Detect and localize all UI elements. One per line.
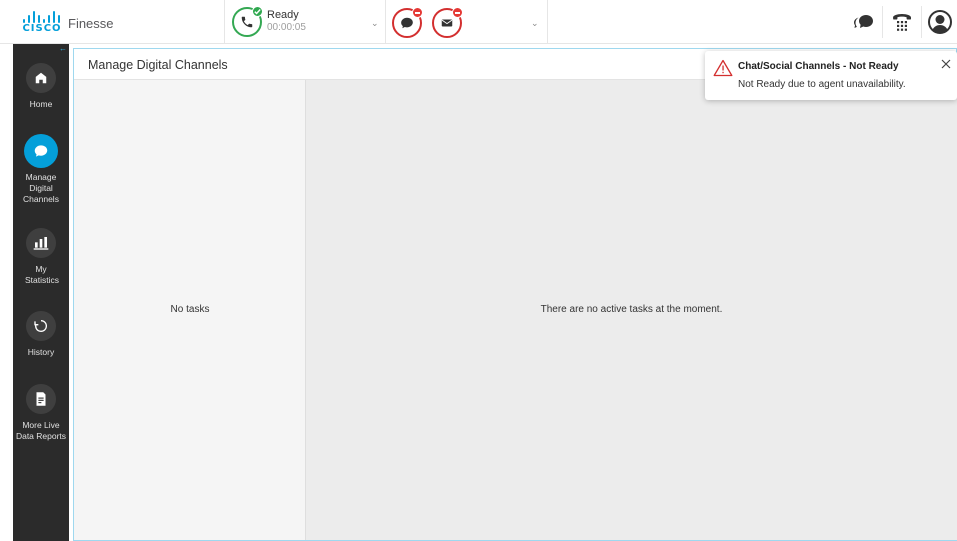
page-title: Manage Digital Channels <box>88 58 228 72</box>
home-icon <box>26 63 56 93</box>
check-icon <box>252 6 263 17</box>
task-detail-empty-message: There are no active tasks at the moment. <box>540 304 723 315</box>
chat-icon <box>401 17 413 29</box>
close-icon[interactable] <box>939 57 953 71</box>
digital-state-dropdown[interactable]: ⌄ <box>386 0 548 44</box>
chat-icon <box>24 134 58 168</box>
sidebar-item-label: More Live Data Reports <box>15 420 67 441</box>
sidebar-item-home[interactable]: Home <box>13 63 69 110</box>
sidebar-item-label: Home <box>29 99 53 109</box>
chat-bubble-icon[interactable] <box>849 8 877 36</box>
chevron-down-icon: ⌄ <box>531 18 539 28</box>
warning-icon <box>713 59 733 77</box>
dialpad-icon[interactable] <box>888 8 916 36</box>
voice-state-label: Ready <box>267 9 299 21</box>
not-ready-notification: Chat/Social Channels - Not Ready Not Rea… <box>705 51 957 100</box>
history-icon <box>26 311 56 341</box>
manage-digital-channels-panel: Manage Digital Channels No tasks There a… <box>73 48 957 541</box>
collapse-sidebar-icon[interactable]: ← <box>59 45 67 53</box>
bar-chart-icon <box>26 228 56 258</box>
sidebar-item-my-statistics[interactable]: My Statistics <box>13 228 69 286</box>
notification-message: Not Ready due to agent unavailability. <box>738 79 906 90</box>
voice-state-timer: 00:00:05 <box>267 22 306 33</box>
task-list-empty-message: No tasks <box>170 304 210 315</box>
report-icon <box>26 384 56 414</box>
phone-icon <box>241 16 253 28</box>
voice-state-dropdown[interactable]: Ready 00:00:05 ⌄ <box>224 0 386 44</box>
sidebar-item-label: Manage Digital Channels <box>23 172 59 204</box>
notification-title: Chat/Social Channels - Not Ready <box>738 61 899 72</box>
top-header: CISCO Finesse Ready 00:00:05 ⌄ ⌄ <box>0 0 957 44</box>
voice-state-button[interactable] <box>232 6 263 37</box>
email-state-button[interactable] <box>432 7 463 38</box>
sidebar-item-more-live-data-reports[interactable]: More Live Data Reports <box>13 384 69 442</box>
sidebar-item-history[interactable]: History <box>13 311 69 358</box>
cisco-logo-text: CISCO <box>22 23 62 34</box>
chat-state-button[interactable] <box>392 7 423 38</box>
cisco-logo-bars <box>22 9 62 23</box>
cisco-logo: CISCO <box>22 9 62 35</box>
task-detail-area: There are no active tasks at the moment. <box>306 80 957 540</box>
sidebar-item-manage-digital-channels[interactable]: Manage Digital Channels <box>13 134 69 205</box>
sidebar-item-label: My Statistics <box>25 264 60 285</box>
email-icon <box>441 19 453 27</box>
app-title: Finesse <box>68 16 114 31</box>
header-divider <box>882 6 883 38</box>
minus-icon <box>412 7 423 18</box>
header-divider <box>921 6 922 38</box>
avatar-icon[interactable] <box>926 8 954 36</box>
sidebar-item-label: History <box>27 347 55 357</box>
sidebar: ← Home Manage Digital Channels My Statis… <box>13 44 69 541</box>
minus-icon <box>452 7 463 18</box>
chevron-down-icon: ⌄ <box>371 18 379 28</box>
task-list[interactable]: No tasks <box>74 80 306 540</box>
